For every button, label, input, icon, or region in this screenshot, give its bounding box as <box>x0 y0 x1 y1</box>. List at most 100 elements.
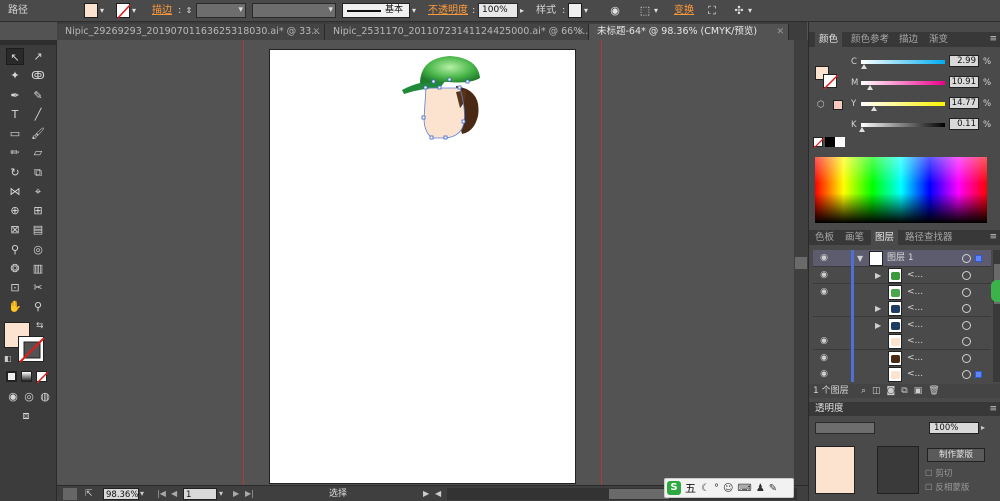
blend-mode-dropdown[interactable] <box>815 422 875 434</box>
tab-gradient[interactable]: 渐变 <box>925 32 952 47</box>
channel-value-input[interactable]: 0.11 <box>949 118 979 130</box>
symbol-sprayer-tool-icon[interactable]: ❂ <box>6 260 24 277</box>
target-circle-icon[interactable] <box>962 320 971 330</box>
layer-name[interactable]: <... <box>907 286 923 299</box>
tab-layers[interactable]: 图层 <box>871 230 899 245</box>
eye-icon[interactable]: ◉ <box>817 369 831 380</box>
clip-checkbox[interactable]: ☐ 剪切 <box>925 468 952 480</box>
target-circle-icon[interactable] <box>962 353 971 363</box>
pen-tool-icon[interactable]: ✒ <box>6 87 24 104</box>
white-swatch[interactable] <box>835 137 845 147</box>
channel-value-input[interactable]: 14.77 <box>949 97 979 109</box>
tab-swatches[interactable]: 色板 <box>811 230 838 245</box>
target-circle-icon[interactable] <box>962 271 971 280</box>
stroke-color-box[interactable] <box>18 336 45 363</box>
slider-thumb[interactable] <box>870 106 877 111</box>
side-collapse-button[interactable] <box>991 280 1000 302</box>
expand-triangle-icon[interactable]: ▼ <box>857 253 863 264</box>
channel-value-input[interactable]: 10.91 <box>949 76 979 88</box>
stroke-dropdown[interactable]: ▾ <box>132 3 136 18</box>
color-mode-icon[interactable] <box>6 371 17 382</box>
pencil-tool-icon[interactable]: ✏ <box>6 144 24 161</box>
eye-icon[interactable]: ◉ <box>817 253 831 264</box>
panel-menu-icon[interactable]: ≡ <box>989 402 997 416</box>
stroke-profile-arrow[interactable]: ▾ <box>412 3 416 18</box>
expand-triangle-icon[interactable]: ▶ <box>875 320 881 331</box>
slider-thumb[interactable] <box>860 64 867 69</box>
gradient-tool-icon[interactable]: ▤ <box>29 221 47 238</box>
curvature-tool-icon[interactable]: ✎ <box>29 87 47 104</box>
tab-pathfinder[interactable]: 路径查找器 <box>901 230 957 245</box>
layer-name[interactable]: <... <box>907 368 923 381</box>
transform-link[interactable]: 变换 <box>674 3 694 18</box>
expand-triangle-icon[interactable]: ▶ <box>875 270 881 281</box>
style-swatch[interactable] <box>568 3 582 18</box>
tools-panel-header[interactable] <box>0 40 57 45</box>
invert-mask-checkbox[interactable]: ☐ 反相蒙版 <box>925 482 969 494</box>
panel-menu-icon[interactable]: ≡ <box>989 32 997 47</box>
tab-color-guide[interactable]: 颜色参考 <box>847 32 893 47</box>
zoom-tool-icon[interactable]: ⚲ <box>29 298 47 315</box>
channel-value-input[interactable]: 2.99 <box>949 55 979 67</box>
eyedropper-tool-icon[interactable]: ⚲ <box>6 241 24 258</box>
last-page-icon[interactable]: ▶| <box>245 488 254 500</box>
layer-row[interactable]: ◉ ▶ <... <box>813 267 991 284</box>
opacity-label[interactable]: 不透明度 <box>428 3 468 18</box>
ime-tool-icons[interactable]: ☾°☺⌨♟✎ <box>701 481 781 496</box>
layer-row[interactable]: ◉ <... <box>813 333 991 350</box>
make-mask-button[interactable]: 制作蒙版 <box>927 448 985 462</box>
layer-row[interactable]: ◉ <... <box>813 283 991 301</box>
stroke-swatch[interactable] <box>116 3 131 19</box>
target-circle-icon[interactable] <box>962 287 971 297</box>
lasso-tool-icon[interactable]: ↂ <box>29 67 47 84</box>
color-spectrum[interactable] <box>815 157 987 223</box>
layer-row[interactable]: ▶ <... <box>813 316 991 334</box>
rectangle-tool-icon[interactable]: ▭ <box>6 125 24 142</box>
slice-tool-icon[interactable]: ✂ <box>29 279 47 296</box>
close-icon[interactable]: ✕ <box>776 24 784 40</box>
layer-row[interactable]: ▶ <... <box>813 300 991 317</box>
share-icon[interactable]: ⇱ <box>85 488 93 500</box>
hand-tool-icon[interactable]: ✋ <box>6 298 24 315</box>
magic-wand-tool-icon[interactable]: ✦ <box>6 67 24 84</box>
channel-slider[interactable] <box>861 123 945 127</box>
canvas-area[interactable] <box>57 40 794 485</box>
layer-row[interactable]: ◉ <... <box>813 349 991 367</box>
slider-thumb[interactable] <box>867 85 874 90</box>
target-circle-icon[interactable] <box>962 370 971 379</box>
none-swatch[interactable] <box>813 137 825 149</box>
stroke-label[interactable]: 描边 <box>152 3 172 18</box>
layers-scrollbar[interactable] <box>993 250 1000 382</box>
ime-logo-icon[interactable]: S <box>667 481 681 495</box>
color-panel-stroke-swatch[interactable] <box>823 74 839 90</box>
arrange-dropdown[interactable]: ▾ <box>748 3 752 18</box>
artboard[interactable] <box>269 49 576 484</box>
align-dropdown[interactable]: ▾ <box>654 3 658 18</box>
stroke-profile-dropdown[interactable]: 基本 <box>342 3 410 18</box>
recolor-icon[interactable]: ◉ <box>608 3 622 18</box>
isolate-icon[interactable]: ⛶ <box>704 3 720 18</box>
layer-row[interactable]: ◉ <... <box>813 366 991 382</box>
variable-width-dropdown[interactable] <box>252 3 336 18</box>
status-menu-icon[interactable]: ▶ <box>423 488 429 500</box>
tab-document-2[interactable]: Nipic_2531170_20110723141124425000.ai* @… <box>325 24 589 40</box>
tab-document-1[interactable]: Nipic_29269293_20190701163625318030.ai* … <box>57 24 325 40</box>
vertical-scrollbar[interactable] <box>794 40 808 485</box>
layer-row-header[interactable]: ◉ ▼ 图层 1 <box>813 250 991 267</box>
eye-icon[interactable]: ◉ <box>817 353 831 364</box>
layer-name[interactable]: <... <box>907 352 923 365</box>
ime-mode-label[interactable]: 五 <box>685 481 696 496</box>
width-tool-icon[interactable]: ⋈ <box>6 183 24 200</box>
layer-name[interactable]: <... <box>907 319 923 332</box>
out-of-gamut-icon[interactable]: ⬡ <box>817 100 825 110</box>
transparency-opacity-input[interactable]: 100% <box>929 422 979 434</box>
direct-selection-tool-icon[interactable]: ↗ <box>29 48 47 65</box>
stroke-stepper[interactable]: ⇕ <box>184 3 194 18</box>
gamut-swatch[interactable] <box>833 100 843 110</box>
fill-swatch[interactable] <box>84 3 98 18</box>
blend-tool-icon[interactable]: ◎ <box>29 241 47 258</box>
paintbrush-tool-icon[interactable]: 🖌 <box>29 125 47 142</box>
align-icon[interactable]: ⬚ <box>638 3 652 18</box>
panel-menu-icon[interactable]: ≡ <box>989 230 997 245</box>
eye-icon[interactable] <box>817 303 831 314</box>
